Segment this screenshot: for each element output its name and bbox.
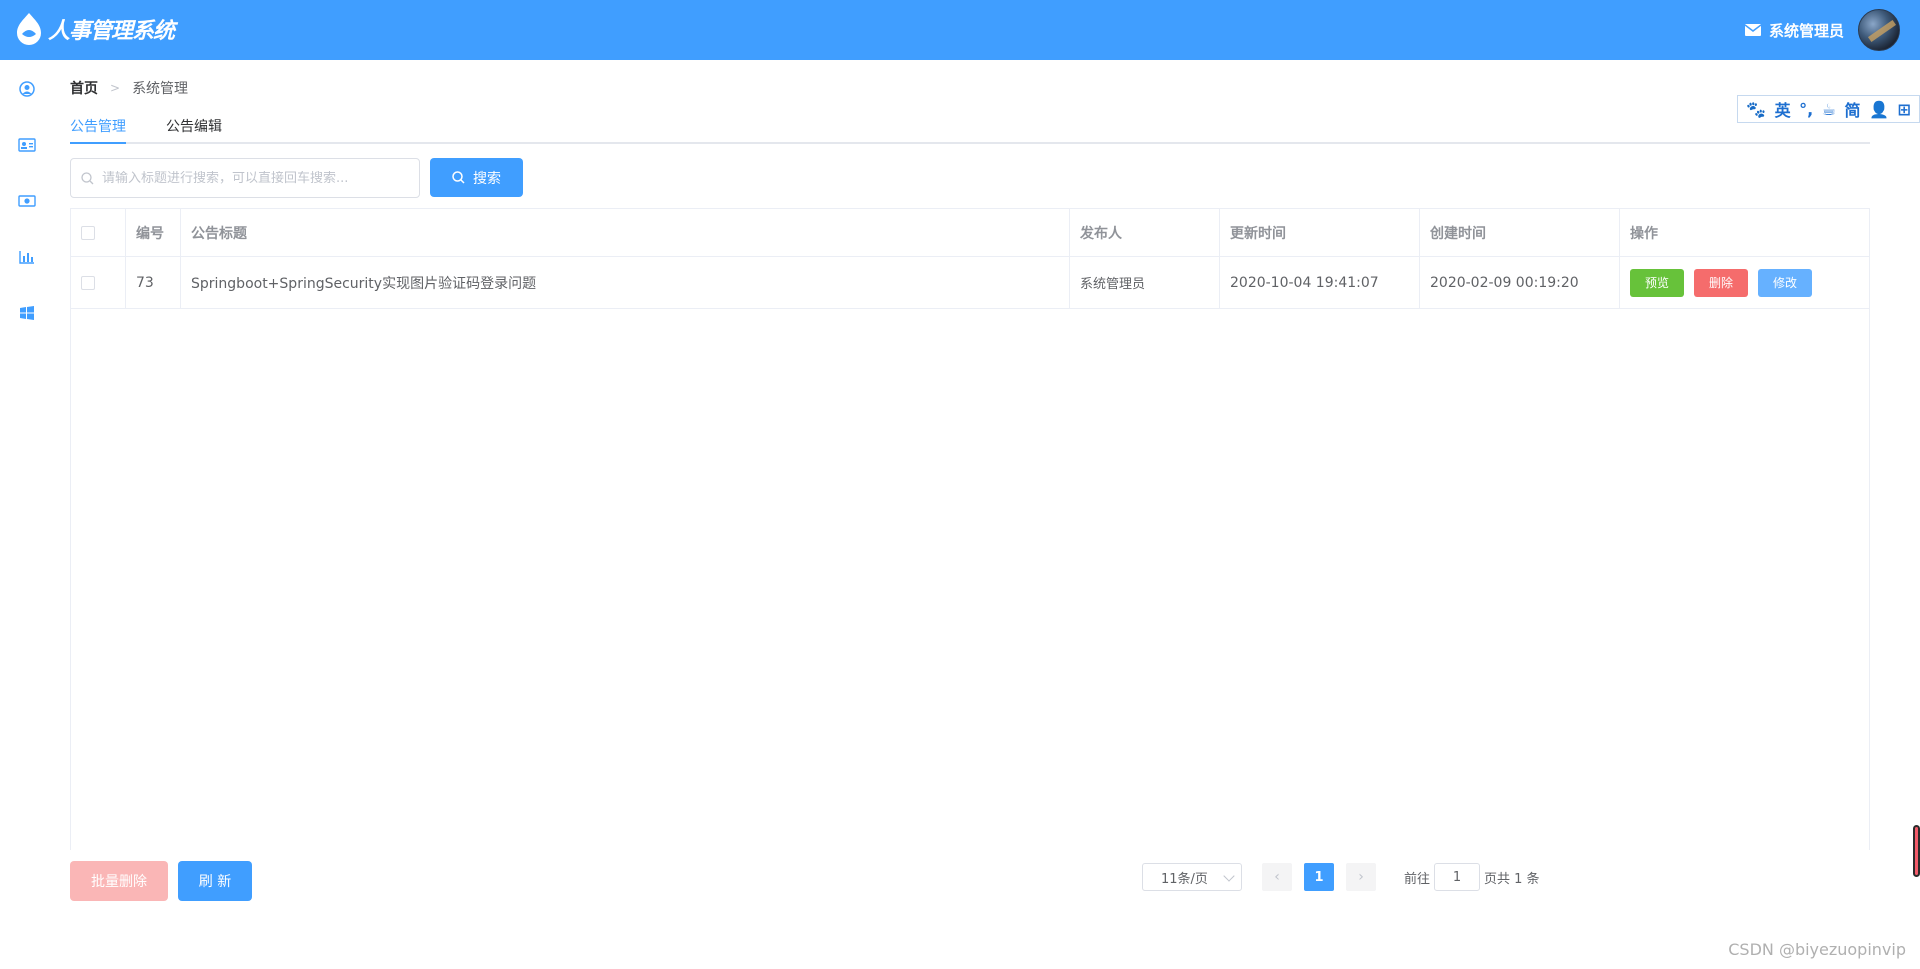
username[interactable]: 系统管理员 bbox=[1769, 20, 1844, 41]
page-size-value: 11条/页 bbox=[1161, 871, 1208, 887]
col-header-updated[interactable]: 更新时间 bbox=[1220, 209, 1420, 256]
row-checkbox[interactable] bbox=[81, 275, 95, 290]
person-icon[interactable]: 👤 bbox=[1869, 100, 1889, 119]
next-page-button[interactable]: › bbox=[1346, 863, 1376, 891]
user-circle-icon[interactable] bbox=[18, 80, 36, 98]
col-header-id[interactable]: 编号 bbox=[126, 209, 181, 256]
col-header-created[interactable]: 创建时间 bbox=[1420, 209, 1620, 256]
breadcrumb-home[interactable]: 首页 bbox=[70, 78, 98, 98]
edit-button[interactable]: 修改 bbox=[1758, 268, 1813, 297]
goto-page-input[interactable] bbox=[1434, 863, 1481, 891]
cell-publisher: 系统管理员 bbox=[1070, 257, 1220, 308]
page-size-select[interactable]: 11条/页 bbox=[1142, 863, 1242, 891]
notice-table: 编号 公告标题 发布人 更新时间 创建时间 操作 73 Springboot+S… bbox=[70, 208, 1870, 850]
table-header-row: 编号 公告标题 发布人 更新时间 创建时间 操作 bbox=[71, 209, 1869, 257]
chevron-down-icon bbox=[1223, 870, 1235, 882]
cell-updated: 2020-10-04 19:41:07 bbox=[1220, 257, 1420, 308]
tabs-bar: 公告管理 公告编辑 bbox=[70, 112, 1870, 144]
cell-actions: 预览 删除 修改 bbox=[1620, 257, 1869, 308]
bar-chart-icon[interactable] bbox=[18, 248, 36, 266]
windows-icon[interactable] bbox=[18, 304, 36, 322]
search-icon bbox=[81, 171, 94, 184]
search-input[interactable] bbox=[102, 170, 402, 186]
app-logo[interactable]: 人事管理系统 bbox=[14, 12, 175, 46]
money-icon[interactable] bbox=[18, 192, 36, 210]
goto-label: 前往 bbox=[1404, 871, 1431, 887]
breadcrumb: 首页 > 系统管理 bbox=[70, 78, 188, 98]
col-header-publisher[interactable]: 发布人 bbox=[1070, 209, 1220, 256]
logo-drop-icon bbox=[17, 13, 41, 45]
prev-page-button[interactable]: ‹ bbox=[1262, 863, 1292, 891]
search-field[interactable] bbox=[70, 158, 420, 198]
refresh-button[interactable]: 刷 新 bbox=[178, 861, 252, 901]
col-header-title[interactable]: 公告标题 bbox=[181, 209, 1070, 256]
select-all-checkbox[interactable] bbox=[81, 225, 95, 240]
search-button-label: 搜索 bbox=[473, 170, 501, 187]
avatar[interactable] bbox=[1858, 9, 1900, 51]
row-select-cell bbox=[71, 257, 126, 308]
search-icon bbox=[452, 171, 465, 184]
id-card-icon[interactable] bbox=[18, 136, 36, 154]
batch-delete-button[interactable]: 批量删除 bbox=[70, 861, 168, 901]
side-scroll-tab[interactable] bbox=[1913, 825, 1920, 877]
tab-notice-manage[interactable]: 公告管理 bbox=[70, 116, 126, 136]
chevron-right-icon: > bbox=[110, 81, 121, 95]
cell-id: 73 bbox=[126, 257, 181, 308]
tab-notice-edit[interactable]: 公告编辑 bbox=[166, 116, 222, 136]
delete-button[interactable]: 删除 bbox=[1694, 268, 1749, 297]
preview-button[interactable]: 预览 bbox=[1630, 268, 1685, 297]
user-area: 系统管理员 bbox=[1744, 8, 1900, 52]
watermark: CSDN @biyezuopinvip bbox=[1728, 940, 1906, 959]
search-button[interactable]: 搜索 bbox=[430, 158, 523, 197]
top-header: 人事管理系统 系统管理员 bbox=[0, 0, 1920, 60]
pagination: 11条/页 ‹ 1 › 前往 页共 1 条 bbox=[1142, 863, 1540, 891]
grid-icon[interactable]: ⊞ bbox=[1897, 100, 1910, 119]
icon-sidebar bbox=[0, 60, 56, 969]
select-all-cell bbox=[71, 209, 126, 256]
app-title: 人事管理系统 bbox=[48, 19, 175, 44]
tab-active-indicator bbox=[70, 142, 126, 144]
cell-created: 2020-02-09 00:19:20 bbox=[1420, 257, 1620, 308]
total-text: 页共 1 条 bbox=[1484, 871, 1540, 887]
page-number-current[interactable]: 1 bbox=[1304, 863, 1334, 891]
cell-title: Springboot+SpringSecurity实现图片验证码登录问题 bbox=[181, 257, 1070, 308]
breadcrumb-current: 系统管理 bbox=[132, 81, 189, 97]
table-row[interactable]: 73 Springboot+SpringSecurity实现图片验证码登录问题 … bbox=[71, 257, 1869, 309]
col-header-actions: 操作 bbox=[1630, 225, 1658, 242]
mail-icon[interactable] bbox=[1744, 24, 1761, 36]
